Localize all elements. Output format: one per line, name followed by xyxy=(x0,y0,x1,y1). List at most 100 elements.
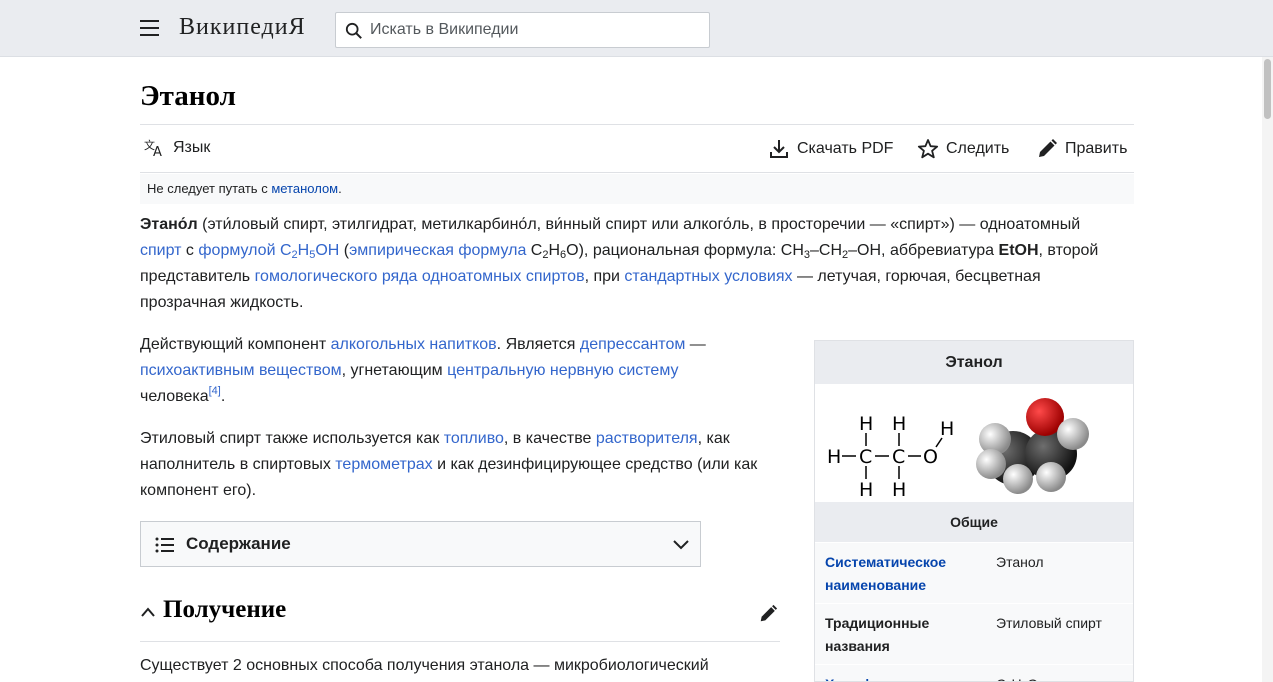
p2-text: , угнетающим xyxy=(341,362,448,379)
depressant-link[interactable]: депрессантом xyxy=(580,336,685,353)
p1-text: представитель xyxy=(140,268,255,285)
p1-text: (эти́ловый спирт, этилгидрат, метилкарби… xyxy=(197,216,1081,233)
toolbar-divider xyxy=(140,172,1134,173)
article-term: Этано́л xyxy=(140,216,198,233)
wikipedia-logo[interactable]: ВикипедиЯ xyxy=(179,14,306,41)
chevron-down-icon[interactable] xyxy=(672,536,690,552)
p1-text: ( xyxy=(339,242,350,259)
watch-button[interactable]: Следить xyxy=(917,138,1009,160)
p3-text: , в качестве xyxy=(503,430,596,447)
infobox-row: Систематическое наименование Этанол xyxy=(815,542,1133,603)
infobox-title: Этанол xyxy=(815,341,1133,384)
infobox-label: Традиционные названия xyxy=(825,615,930,654)
homologous-series-link[interactable]: гомологического ряда одноатомных спиртов xyxy=(255,268,585,285)
p1-text: –OH, аббревиатура xyxy=(848,242,999,259)
pencil-icon xyxy=(1039,139,1057,157)
solvent-link[interactable]: растворителя xyxy=(596,430,698,447)
p2-text: . Является xyxy=(496,336,580,353)
infobox-value: Этиловый спирт xyxy=(996,615,1102,631)
search-icon xyxy=(345,22,362,39)
p2-text: человека xyxy=(140,388,209,405)
infobox-section-header: Общие xyxy=(815,502,1133,542)
alcohol-link[interactable]: спирт xyxy=(140,242,181,259)
formula-value-link[interactable]: C2H5OH xyxy=(279,242,340,261)
p1-line-1: Этано́л (эти́ловый спирт, этилгидрат, ме… xyxy=(140,212,1120,238)
chemical-formula-link[interactable]: Хим. формула xyxy=(825,673,990,681)
structure-atom: O xyxy=(923,446,938,468)
edit-button[interactable]: Править xyxy=(1036,138,1127,160)
p1-text: прозрачная жидкость. xyxy=(140,294,304,311)
p2-line-1: Действующий компонент алкогольных напитк… xyxy=(140,332,800,358)
page-toolbar: 文 A Язык Скачать PDF Следить Править xyxy=(140,126,1134,172)
p2-text: — xyxy=(685,336,706,353)
language-icon: 文 A xyxy=(144,138,162,158)
fuel-link[interactable]: топливо xyxy=(444,430,504,447)
p2-line-3: человека[4]. xyxy=(140,384,800,410)
language-button[interactable]: 文 A Язык xyxy=(144,138,210,158)
infobox-image: H H H C C O H H H xyxy=(815,384,1133,502)
methanol-link[interactable]: метанолом xyxy=(271,181,338,196)
chevron-up-icon[interactable] xyxy=(140,605,156,619)
section-edit-icon[interactable] xyxy=(758,604,778,624)
p3-line-2: наполнитель в спиртовых термометрах и ка… xyxy=(140,452,800,478)
formula-part: H xyxy=(297,242,310,259)
hatnote-end: . xyxy=(338,181,342,196)
search-input[interactable] xyxy=(370,13,700,47)
star-icon xyxy=(917,139,939,159)
search-box[interactable] xyxy=(335,12,710,48)
infobox-row: Хим. формула C₂H₆O xyxy=(815,664,1133,681)
scrollbar-thumb[interactable] xyxy=(1264,59,1271,119)
download-icon xyxy=(770,140,788,158)
thermometers-link[interactable]: термометрах xyxy=(335,456,432,473)
title-divider xyxy=(140,124,1134,125)
table-of-contents[interactable]: Содержание xyxy=(140,521,701,567)
toc-label: Содержание xyxy=(186,534,291,553)
p1-text: C xyxy=(526,242,543,259)
download-pdf-label: Скачать PDF xyxy=(797,140,894,157)
infobox-row: Традиционные названия Этиловый спирт xyxy=(815,603,1133,664)
section-heading: Получение xyxy=(163,596,287,623)
svg-text:A: A xyxy=(153,145,162,158)
psychoactive-link[interactable]: психоактивным веществом xyxy=(140,362,342,379)
alcoholic-drinks-link[interactable]: алкогольных напитков xyxy=(331,336,497,353)
cns-link[interactable]: центральную нервную систему xyxy=(447,362,678,379)
p1-text: с xyxy=(181,242,199,259)
structure-atom: H xyxy=(940,418,954,440)
structural-formula-image[interactable]: H H H C C O H H H xyxy=(815,384,1133,502)
p3-text: и как дезинфицирующее средство (или как xyxy=(432,456,758,473)
hatnote: Не следует путать с метанолом. xyxy=(140,174,1134,204)
p2-text: Действующий компонент xyxy=(140,336,331,353)
abbreviation: EtOH xyxy=(998,242,1039,259)
watch-label: Следить xyxy=(946,140,1010,157)
p3-line-3: компонент его). xyxy=(140,478,800,504)
p1-line-2: спирт с формулой C2H5OH (эмпирическая фо… xyxy=(140,238,1120,264)
reference-link[interactable]: [4] xyxy=(209,385,221,397)
formula-link[interactable]: формулой xyxy=(198,242,275,259)
p2-line-2: психоактивным веществом, угнетающим цент… xyxy=(140,358,800,384)
intro-paragraph-3: Этиловый спирт также используется как то… xyxy=(140,426,800,504)
download-pdf-button[interactable]: Скачать PDF xyxy=(768,138,893,160)
p1-text: –CH xyxy=(810,242,843,259)
site-header: ВикипедиЯ xyxy=(0,0,1273,57)
main-menu-icon[interactable] xyxy=(140,20,162,38)
page-title: Этанол xyxy=(140,80,236,112)
list-icon xyxy=(155,537,174,553)
formula-part: OH xyxy=(315,242,340,259)
intro-paragraph-2: Действующий компонент алкогольных напитк… xyxy=(140,332,800,410)
structure-atom: C xyxy=(892,446,905,468)
structure-atom: H xyxy=(827,446,841,468)
systematic-name-link[interactable]: Систематическое наименование xyxy=(825,551,990,597)
formula-part: C xyxy=(279,242,292,259)
structure-atom: H xyxy=(859,413,873,435)
p3-line-1: Этиловый спирт также используется как то… xyxy=(140,426,800,452)
page-scrollbar[interactable] xyxy=(1262,57,1273,682)
p3-text: , как xyxy=(697,430,730,447)
p1-text: , второй xyxy=(1038,242,1099,259)
standard-conditions-link[interactable]: стандартных условиях xyxy=(624,268,792,285)
structure-atom: H xyxy=(859,479,873,501)
infobox: Этанол H H H C C O H H H Общие Системати… xyxy=(814,340,1134,682)
intro-paragraph-1: Этано́л (эти́ловый спирт, этилгидрат, ме… xyxy=(140,212,1120,316)
p1-text: — летучая, горючая, бесцветная xyxy=(792,268,1041,285)
empirical-formula-link[interactable]: эмпирическая формула xyxy=(349,242,526,259)
infobox-value: C₂H₆O xyxy=(996,673,1126,681)
